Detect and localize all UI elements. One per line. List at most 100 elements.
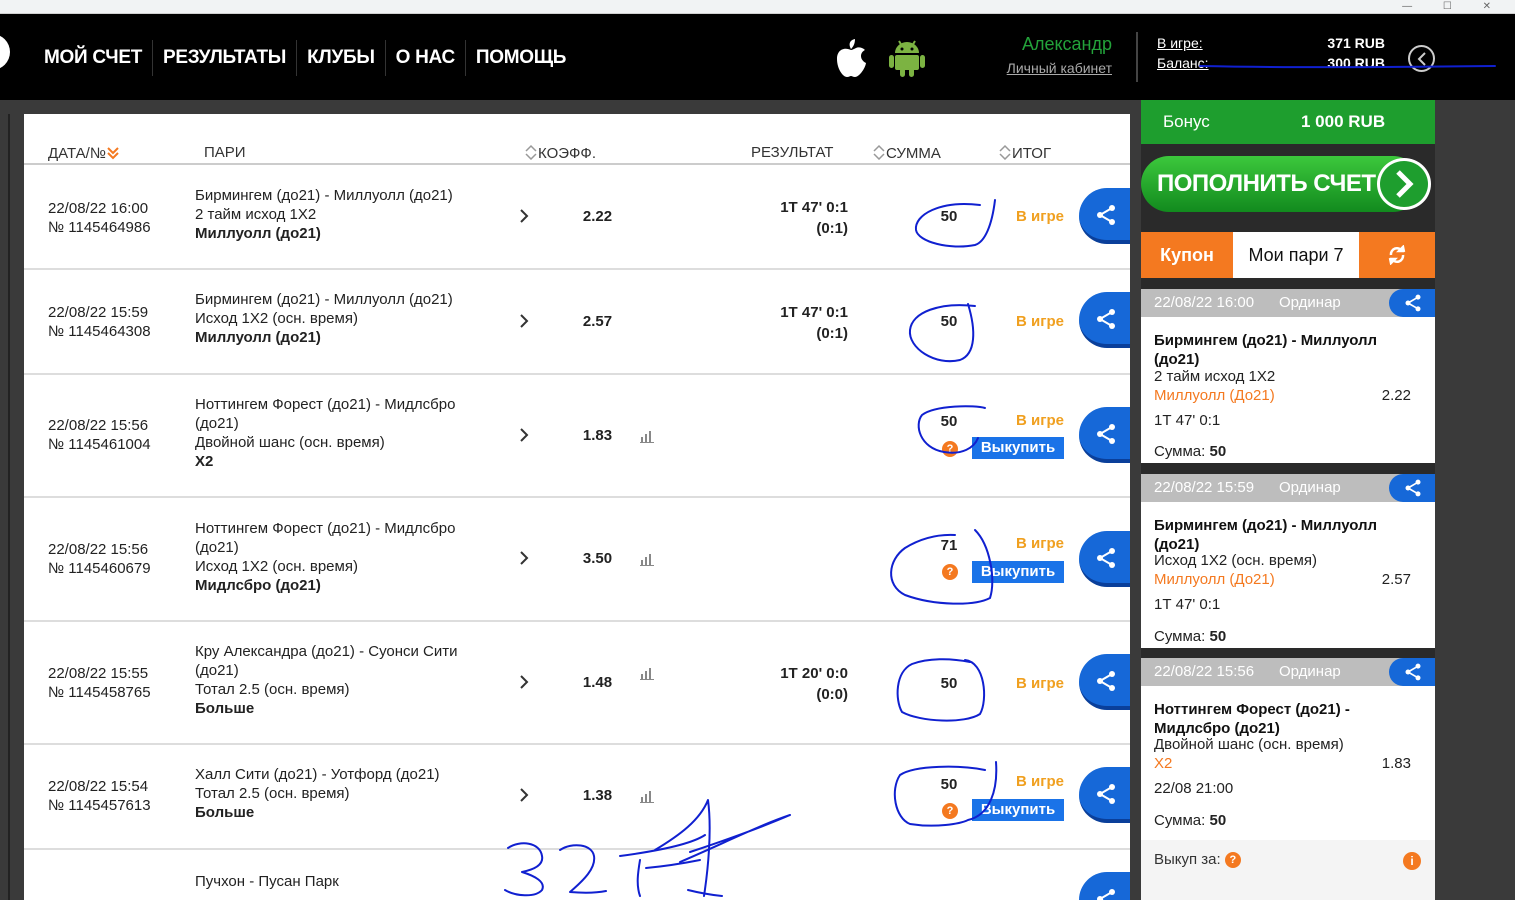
- cabinet-link[interactable]: Личный кабинет: [980, 60, 1112, 76]
- bet-amount: 50: [940, 313, 958, 330]
- stats-icon[interactable]: [640, 668, 654, 680]
- deposit-button[interactable]: ПОПОЛНИТЬ СЧЕТ: [1141, 156, 1435, 212]
- sort-icon[interactable]: [998, 144, 1012, 160]
- table-row[interactable]: Пучхон - Пусан Парк: [24, 850, 1130, 900]
- share-button[interactable]: [1079, 767, 1130, 823]
- card-datetime: 22/08/22 15:59: [1154, 479, 1255, 496]
- bet-pair: Пучхон - Пусан Парк: [195, 873, 339, 890]
- chevron-right-icon[interactable]: [518, 314, 530, 328]
- buyout-panel: Выкуп за: ? i: [1141, 840, 1435, 900]
- bet-status: В игре: [1016, 535, 1064, 552]
- question-icon[interactable]: ?: [942, 564, 958, 580]
- bets-table: ДАТА/№ ПАРИ КОЭФФ. РЕЗУЛЬТАТ СУММА ИТОГ …: [24, 114, 1130, 900]
- refresh-button[interactable]: [1359, 232, 1435, 278]
- bet-card[interactable]: 22/08/22 16:00 Ординар Бирмингем (до21) …: [1141, 289, 1435, 463]
- tab-coupon[interactable]: Купон: [1141, 232, 1233, 278]
- ingame-value: 371 RUB: [1327, 35, 1385, 51]
- chevron-right-icon[interactable]: [518, 551, 530, 565]
- buyout-button[interactable]: Выкупить: [972, 437, 1064, 459]
- bet-card[interactable]: 22/08/22 15:56 Ординар Ноттингем Форест …: [1141, 658, 1435, 840]
- buyout-for-label: Выкуп за: ?: [1154, 851, 1241, 868]
- header-result: РЕЗУЛЬТАТ: [751, 144, 834, 161]
- nav-clubs[interactable]: КЛУБЫ: [297, 40, 386, 76]
- card-header: 22/08/22 16:00 Ординар: [1141, 289, 1435, 317]
- bet-coef: 2.22: [582, 208, 613, 225]
- card-header: 22/08/22 15:59 Ординар: [1141, 474, 1435, 502]
- share-button[interactable]: [1079, 188, 1130, 244]
- android-icon[interactable]: [889, 38, 925, 78]
- share-button[interactable]: [1079, 531, 1130, 587]
- share-button[interactable]: [1079, 654, 1130, 710]
- card-pick: Миллуолл (До21): [1154, 387, 1275, 404]
- bet-status: В игре: [1016, 675, 1064, 692]
- stats-icon[interactable]: [640, 791, 654, 803]
- chevron-right-icon[interactable]: [518, 428, 530, 442]
- balance-label[interactable]: Баланс:: [1157, 55, 1209, 71]
- table-row[interactable]: 22/08/22 15:56 № 1145460679 Ноттингем Фор…: [24, 498, 1130, 622]
- table-row[interactable]: 22/08/22 15:56 № 1145461004 Ноттингем Фор…: [24, 375, 1130, 498]
- bet-status: В игре: [1016, 208, 1064, 225]
- nav-help[interactable]: ПОМОЩЬ: [466, 40, 576, 76]
- buyout-button[interactable]: Выкупить: [972, 561, 1064, 583]
- tab-my-bets[interactable]: Мои пари 7: [1233, 232, 1359, 278]
- question-icon[interactable]: ?: [942, 803, 958, 819]
- chevron-left-icon: [1417, 52, 1426, 66]
- nav-about[interactable]: О НАС: [386, 40, 466, 76]
- bet-date: 22/08/22 15:55 № 1145458765: [48, 665, 151, 701]
- bet-result: 1Т 47' 0:1 (0:1): [780, 304, 848, 342]
- apple-icon[interactable]: [834, 38, 868, 78]
- share-button[interactable]: [1389, 289, 1435, 317]
- share-icon: [1097, 205, 1115, 225]
- question-icon[interactable]: ?: [942, 441, 958, 457]
- user-name[interactable]: Александр: [1000, 34, 1112, 55]
- chevron-right-icon[interactable]: [518, 675, 530, 689]
- share-icon: [1097, 424, 1115, 444]
- question-icon[interactable]: ?: [1224, 852, 1241, 868]
- chevron-right-icon[interactable]: [518, 209, 530, 223]
- sort-icon[interactable]: [872, 144, 886, 160]
- sort-desc-icon[interactable]: [106, 144, 120, 160]
- bet-pair: Кру Александра (до21) - Суонси Сити (до2…: [195, 643, 458, 717]
- table-row[interactable]: 22/08/22 15:54 № 1145457613 Халл Сити (до…: [24, 745, 1130, 850]
- bet-result: 1Т 20' 0:0 (0:0): [780, 665, 848, 703]
- share-button[interactable]: [1079, 407, 1130, 463]
- ingame-label[interactable]: В игре:: [1157, 35, 1203, 51]
- card-market: Двойной шанс (осн. время): [1154, 736, 1344, 753]
- chevron-right-icon[interactable]: [518, 788, 530, 802]
- bet-pair: Ноттингем Форест (до21) - Мидлсбро (до21…: [195, 520, 456, 594]
- stats-icon[interactable]: [640, 431, 654, 443]
- card-market: 2 тайм исход 1X2: [1154, 368, 1276, 385]
- header-date[interactable]: ДАТА/№: [48, 144, 120, 162]
- bet-card[interactable]: 22/08/22 15:59 Ординар Бирмингем (до21) …: [1141, 474, 1435, 648]
- share-button[interactable]: [1079, 292, 1130, 348]
- stats-icon[interactable]: [640, 554, 654, 566]
- table-row[interactable]: 22/08/22 16:00 № 1145464986 Бирмингем (до…: [24, 166, 1130, 270]
- share-button[interactable]: [1079, 872, 1130, 900]
- bonus-value: 1 000 RUB: [1301, 112, 1386, 131]
- table-row[interactable]: 22/08/22 15:55 № 1145458765 Кру Александр…: [24, 622, 1130, 745]
- share-button[interactable]: [1389, 474, 1435, 502]
- bet-amount: 50: [940, 413, 958, 430]
- bet-status: В игре: [1016, 773, 1064, 790]
- info-icon[interactable]: i: [1403, 852, 1421, 870]
- header-outcome[interactable]: ИТОГ: [998, 144, 1051, 162]
- share-icon: [1405, 294, 1421, 312]
- header-sum[interactable]: СУММА: [872, 144, 941, 162]
- collapse-button[interactable]: [1408, 45, 1435, 72]
- sort-icon[interactable]: [524, 144, 538, 160]
- card-sum: Сумма: 50: [1154, 812, 1227, 829]
- share-icon: [1097, 889, 1115, 900]
- nav-results[interactable]: РЕЗУЛЬТАТЫ: [153, 40, 298, 76]
- bet-amount: 50: [940, 208, 958, 225]
- table-row[interactable]: 22/08/22 15:59 № 1145464308 Бирмингем (до…: [24, 270, 1130, 375]
- nav-my-account[interactable]: МОЙ СЧЕТ: [34, 40, 154, 76]
- buyout-button[interactable]: Выкупить: [972, 799, 1064, 821]
- bet-date: 22/08/22 15:54 № 1145457613: [48, 778, 151, 814]
- card-header: 22/08/22 15:56 Ординар: [1141, 658, 1435, 686]
- logo-icon[interactable]: [0, 34, 10, 70]
- window-controls-icon[interactable]: — ☐ ✕: [1402, 1, 1505, 12]
- header-coef[interactable]: КОЭФФ.: [524, 144, 596, 162]
- bonus-bar[interactable]: Бонус 1 000 RUB: [1141, 100, 1435, 144]
- share-icon: [1405, 663, 1421, 681]
- share-button[interactable]: [1389, 658, 1435, 686]
